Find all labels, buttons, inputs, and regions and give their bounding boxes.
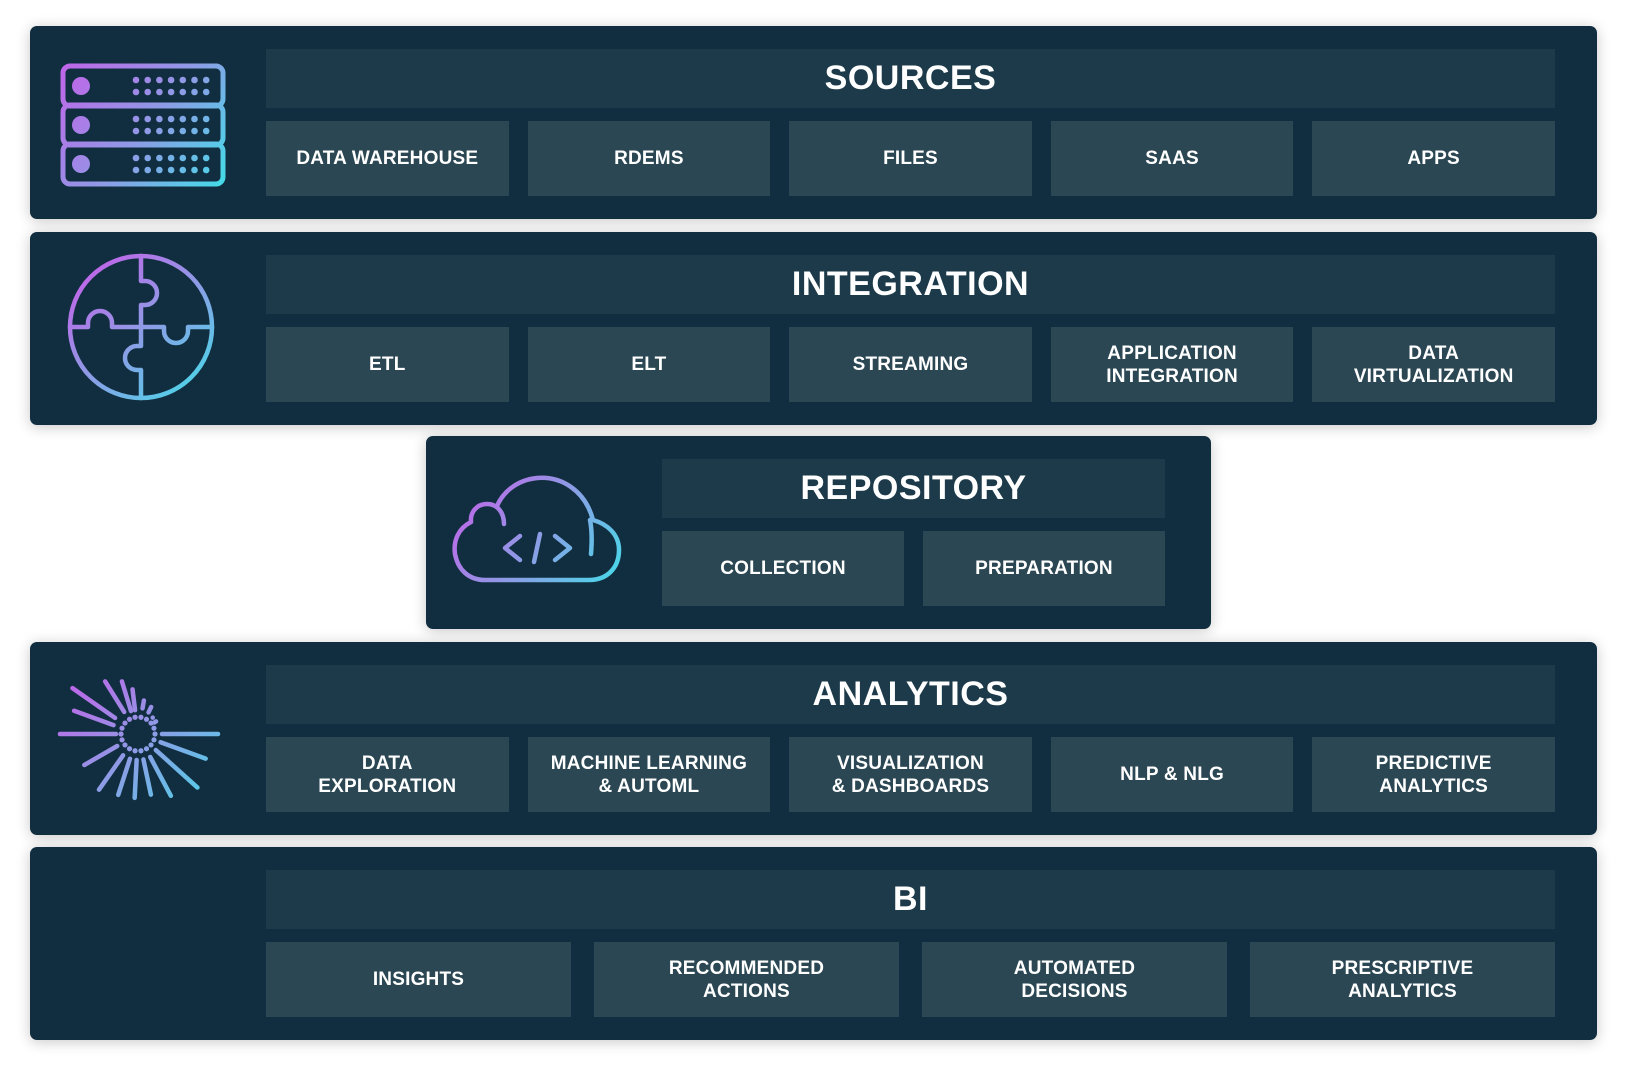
layer-analytics: ANALYTICS DATA EXPLORATION MACHINE LEARN… (30, 642, 1597, 835)
item-data-exploration: DATA EXPLORATION (266, 737, 509, 812)
layer-title: REPOSITORY (662, 459, 1165, 518)
item-data-virtualization: DATA VIRTUALIZATION (1312, 327, 1555, 402)
layer-title: INTEGRATION (266, 255, 1555, 314)
item-automated-decisions: AUTOMATED DECISIONS (922, 942, 1227, 1017)
layer-bi: BI INSIGHTS RECOMMENDED ACTIONS AUTOMATE… (30, 847, 1597, 1040)
item-machine-learning-automl: MACHINE LEARNING & AUTOML (527, 737, 771, 812)
layer-sources: SOURCES DATA WAREHOUSE RDEMS FILES SAAS … (30, 26, 1597, 219)
item-predictive-analytics: PREDICTIVE ANALYTICS (1312, 737, 1555, 812)
item-streaming: STREAMING (789, 327, 1032, 402)
layer-items: DATA EXPLORATION MACHINE LEARNING & AUTO… (266, 737, 1555, 812)
layer-items: COLLECTION PREPARATION (662, 531, 1165, 606)
layer-items: ETL ELT STREAMING APPLICATION INTEGRATIO… (266, 327, 1555, 402)
item-prescriptive-analytics: PRESCRIPTIVE ANALYTICS (1250, 942, 1555, 1017)
item-rdems: RDEMS (527, 121, 771, 196)
item-data-warehouse: DATA WAREHOUSE (266, 121, 509, 196)
item-collection: COLLECTION (662, 531, 904, 606)
item-elt: ELT (527, 327, 771, 402)
starburst-icon (56, 660, 226, 817)
item-nlp-nlg: NLP & NLG (1050, 737, 1294, 812)
item-apps: APPS (1312, 121, 1555, 196)
item-files: FILES (789, 121, 1032, 196)
layer-title: BI (266, 870, 1555, 929)
item-visualization-dashboards: VISUALIZATION & DASHBOARDS (789, 737, 1032, 812)
layer-integration: INTEGRATION ETL ELT STREAMING APPLICATIO… (30, 232, 1597, 425)
item-etl: ETL (266, 327, 509, 402)
cloud-code-icon (444, 458, 629, 608)
item-application-integration: APPLICATION INTEGRATION (1050, 327, 1294, 402)
layer-title: ANALYTICS (266, 665, 1555, 724)
layer-items: DATA WAREHOUSE RDEMS FILES SAAS APPS (266, 121, 1555, 196)
layer-title: SOURCES (266, 49, 1555, 108)
puzzle-icon (56, 250, 226, 407)
item-recommended-actions: RECOMMENDED ACTIONS (594, 942, 899, 1017)
item-saas: SAAS (1050, 121, 1294, 196)
server-rack-icon (56, 44, 226, 201)
layer-items: INSIGHTS RECOMMENDED ACTIONS AUTOMATED D… (266, 942, 1555, 1017)
item-insights: INSIGHTS (266, 942, 571, 1017)
item-preparation: PREPARATION (923, 531, 1165, 606)
layer-repository: REPOSITORY COLLECTION PREPARATION (426, 436, 1211, 629)
